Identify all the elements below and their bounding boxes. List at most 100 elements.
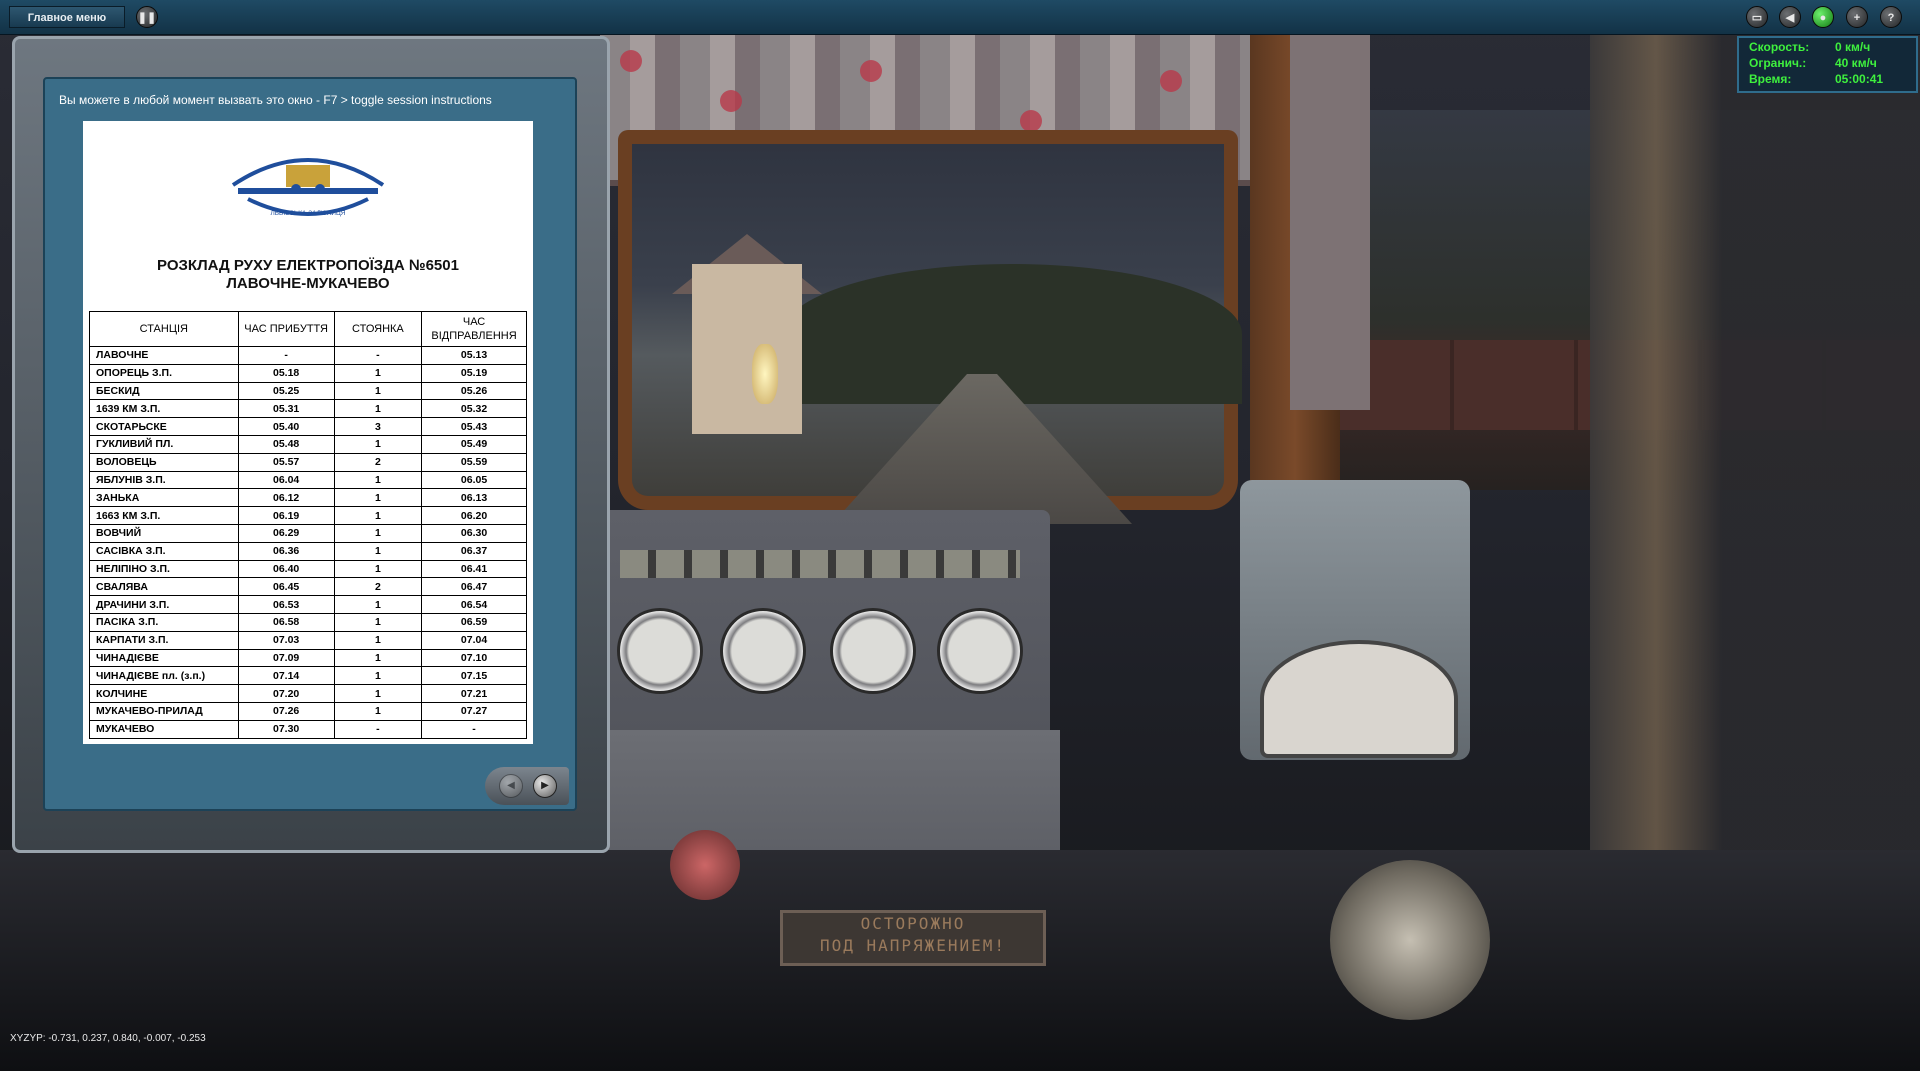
pressure-gauge-3 — [830, 608, 916, 694]
table-row: СКОТАРЬСКЕ 05.40 3 05.43 — [89, 417, 527, 436]
instructions-hint: Вы можете в любой момент вызвать это окн… — [59, 93, 492, 107]
departure-cell: 06.20 — [421, 506, 527, 525]
departure-cell: 05.59 — [421, 452, 527, 472]
stop-cell: - — [333, 346, 423, 365]
warning-sign: ОСТОРОЖНО ПОД НАПРЯЖЕНИЕМ! — [780, 910, 1046, 966]
departure-cell: 06.05 — [421, 470, 527, 490]
front-windshield — [618, 130, 1242, 524]
station-cell: КОЛЧИНЕ — [89, 684, 239, 703]
logo-year: 1861 — [299, 194, 317, 203]
speed-value: 0 км/ч — [1835, 40, 1871, 54]
stop-cell: 1 — [333, 470, 423, 490]
station-cell: ЯБЛУНІВ З.П. — [89, 470, 239, 490]
timetable-document: 1861 ЛЬВІВСЬКА ЗАЛІЗНИЦЯ РОЗКЛАД РУХУ ЕЛ… — [83, 121, 533, 744]
limit-value: 40 км/ч — [1835, 56, 1877, 70]
table-row: ОПОРЕЦЬ З.П. 05.18 1 05.19 — [89, 363, 527, 383]
stop-cell: 1 — [333, 701, 423, 721]
stop-cell: 1 — [333, 363, 423, 383]
col-stop: СТОЯНКА — [333, 311, 423, 347]
pressure-gauge-4 — [937, 608, 1023, 694]
station-cell: ЧИНАДІЄВЕ — [89, 648, 239, 668]
table-row: ЛАВОЧНЕ - -05.13 — [89, 346, 527, 365]
station-cell: ВОЛОВЕЦЬ — [89, 452, 239, 472]
speedometer-unit — [1240, 480, 1470, 760]
arrival-cell: 05.40 — [237, 417, 335, 436]
arrival-cell: 06.19 — [237, 506, 335, 525]
arrival-cell: 06.40 — [237, 559, 335, 579]
next-page-button[interactable]: ▶ — [533, 774, 557, 798]
stop-cell: 1 — [333, 523, 423, 543]
stop-cell: 2 — [333, 452, 423, 472]
logo-text: ЛЬВІВСЬКА ЗАЛІЗНИЦЯ — [271, 210, 346, 217]
stop-cell: 2 — [333, 577, 423, 597]
instructions-content: Вы можете в любой момент вызвать это окн… — [43, 77, 577, 811]
pause-icon[interactable]: ❚❚ — [136, 6, 158, 28]
main-menu-button[interactable]: Главное меню — [9, 6, 125, 28]
departure-cell: 06.54 — [421, 595, 527, 614]
timetable: СТАНЦІЯ ЧАС ПРИБУТТЯ СТОЯНКА ЧАС ВІДПРАВ… — [89, 311, 527, 739]
table-row: ЧИНАДІЄВЕ 07.09 1 07.10 — [89, 648, 527, 668]
speed-row: Скорость: 0 км/ч — [1749, 40, 1906, 56]
departure-cell: 06.59 — [421, 612, 527, 632]
timetable-title: РОЗКЛАД РУХУ ЕЛЕКТРОПОЇЗДА №6501 ЛАВОЧНЕ… — [157, 257, 459, 292]
control-knob[interactable] — [670, 830, 740, 900]
col-departure: ЧАС ВІДПРАВЛЕННЯ — [421, 311, 527, 347]
limit-label: Огранич.: — [1749, 56, 1807, 70]
arrival-cell: 05.31 — [237, 399, 335, 419]
departure-cell: 05.43 — [421, 417, 527, 436]
coordinates-readout: XYZYP: -0.731, 0.237, 0.840, -0.007, -0.… — [10, 1033, 206, 1044]
green-status-icon[interactable]: ● — [1812, 6, 1834, 28]
time-value: 05:00:41 — [1835, 72, 1884, 86]
stop-cell: 1 — [333, 434, 423, 454]
limit-row: Огранич.: 40 км/ч — [1749, 56, 1906, 72]
table-row: МУКАЧЕВО 07.30- - — [89, 719, 527, 739]
table-row: 1639 КМ З.П. 05.31 1 05.32 — [89, 399, 527, 419]
stop-cell: 1 — [333, 612, 423, 632]
back-icon[interactable]: ◀ — [1779, 6, 1801, 28]
session-instructions-window[interactable]: Вы можете в любой момент вызвать это окн… — [12, 36, 610, 853]
table-row: САСІВКА З.П. 06.36 1 06.37 — [89, 541, 527, 561]
time-label: Время: — [1749, 72, 1792, 86]
station-cell: ПАСІКА З.П. — [89, 612, 239, 632]
time-row: Время: 05:00:41 — [1749, 72, 1906, 88]
arrival-cell: 07.30 — [237, 719, 335, 739]
departure-cell: 05.49 — [421, 434, 527, 454]
controller-lever[interactable] — [1330, 860, 1490, 1020]
table-row: ВОЛОВЕЦЬ 05.57 2 05.59 — [89, 452, 527, 472]
station-cell: СКОТАРЬСКЕ — [89, 417, 239, 436]
arrival-cell: 07.26 — [237, 701, 335, 721]
arrival-cell: 07.09 — [237, 648, 335, 668]
station-cell: ЗАНЬКА — [89, 488, 239, 508]
arrival-cell: 07.20 — [237, 684, 335, 703]
arrival-cell: 05.48 — [237, 434, 335, 454]
station-cell: СВАЛЯВА — [89, 577, 239, 597]
stop-cell: 1 — [333, 399, 423, 419]
window-icon[interactable]: ▭ — [1746, 6, 1768, 28]
stop-cell: 1 — [333, 559, 423, 579]
station-cell: НЕЛІПІНО З.П. — [89, 559, 239, 579]
pressure-gauge-1 — [617, 608, 703, 694]
table-row: 1663 КМ З.П. 06.19 1 06.20 — [89, 506, 527, 525]
departure-cell: 05.32 — [421, 399, 527, 419]
arrival-cell: 05.25 — [237, 381, 335, 401]
speed-label: Скорость: — [1749, 40, 1810, 54]
table-row: ЯБЛУНІВ З.П. 06.04 1 06.05 — [89, 470, 527, 490]
departure-cell: 07.04 — [421, 630, 527, 650]
table-row: МУКАЧЕВО-ПРИЛАД 07.26 1 07.27 — [89, 701, 527, 721]
arrival-cell: 06.29 — [237, 523, 335, 543]
add-icon[interactable]: + — [1846, 6, 1868, 28]
departure-cell: 06.41 — [421, 559, 527, 579]
departure-cell: 07.15 — [421, 666, 527, 686]
departure-cell: 05.26 — [421, 381, 527, 401]
table-row: ЗАНЬКА 06.12 1 06.13 — [89, 488, 527, 508]
arrival-cell: - — [237, 346, 335, 365]
departure-cell: - — [421, 719, 527, 739]
table-row: НЕЛІПІНО З.П. 06.40 1 06.41 — [89, 559, 527, 579]
arrival-cell: 05.57 — [237, 452, 335, 472]
table-row: СВАЛЯВА 06.45 2 06.47 — [89, 577, 527, 597]
prev-page-button[interactable]: ◀ — [499, 774, 523, 798]
help-icon[interactable]: ? — [1880, 6, 1902, 28]
table-row: ВОВЧИЙ 06.29 1 06.30 — [89, 523, 527, 543]
table-row: ДРАЧИНИ З.П. 06.53 1 06.54 — [89, 595, 527, 614]
station-cell: БЕСКИД — [89, 381, 239, 401]
